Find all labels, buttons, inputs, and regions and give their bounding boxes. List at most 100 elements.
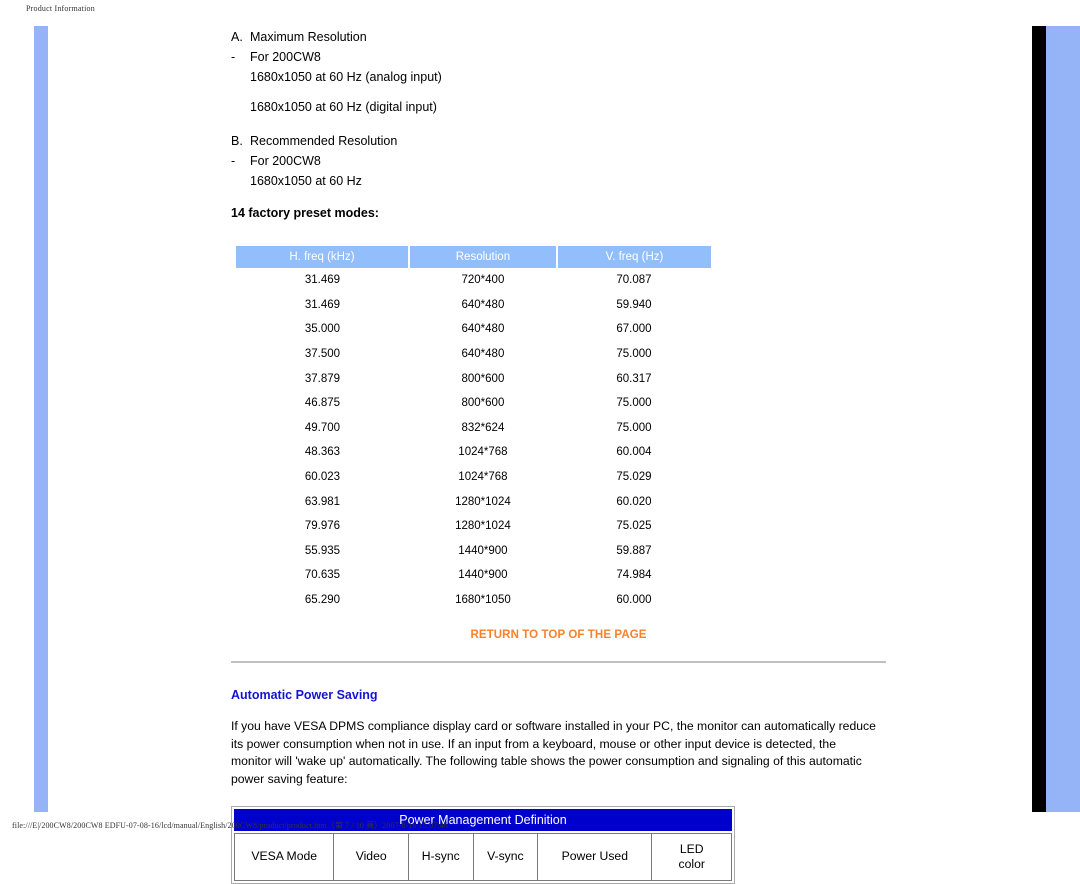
table-cell: 1440*900 <box>458 569 508 582</box>
right-accent-bar <box>1046 26 1080 812</box>
print-footer-path: file:///E|/200CW8/200CW8 EDFU-07-08-16/l… <box>12 821 448 830</box>
resolution-line: A. Maximum Resolution <box>231 27 886 47</box>
line-text: Maximum Resolution <box>250 30 367 44</box>
print-header-title: Product Information <box>26 4 95 13</box>
table-row: 70.635 1440*900 74.984 <box>236 563 711 588</box>
table-cell: 720*400 <box>461 274 505 287</box>
table-row: VESA Mode Video H-sync V-sync Power Used LED c… <box>233 832 732 881</box>
table-cell: 31.469 <box>304 274 341 287</box>
preset-modes-table-body: 31.469 720*400 70.087 31.469 640*480 59.940 35… <box>236 268 711 612</box>
table-header-row: H. freq (kHz) Resolution V. freq (Hz) <box>236 246 711 268</box>
table-cell: 65.290 <box>304 594 341 607</box>
table-cell: 800*600 <box>461 372 505 385</box>
table-row: 55.935 1440*900 59.887 <box>236 539 711 564</box>
column-header-resolution: Resolution <box>408 246 558 268</box>
table-cell: 1680*1050 <box>455 594 511 607</box>
column-header-v-freq: V. freq (Hz) <box>556 246 711 268</box>
table-cell: 832*624 <box>461 421 505 434</box>
table-cell: 640*480 <box>461 298 505 311</box>
table-cell: 31.469 <box>304 298 341 311</box>
table-cell: 800*600 <box>461 397 505 410</box>
resolution-line: 1680x1050 at 60 Hz (digital input) <box>231 97 886 117</box>
table-cell: 74.984 <box>616 569 652 582</box>
table-row: 60.023 1024*768 75.029 <box>236 465 711 490</box>
table-row: 37.879 800*600 60.317 <box>236 366 711 391</box>
table-cell: 75.000 <box>616 348 652 361</box>
power-management-table: VESA Mode Video H-sync V-sync Power Used LED c… <box>233 832 732 881</box>
table-cell: 37.500 <box>304 348 341 361</box>
power-management-column-header: Video <box>333 832 409 881</box>
table-cell: 67.000 <box>616 323 652 336</box>
table-cell: 640*480 <box>461 348 505 361</box>
left-accent-bar <box>34 26 48 812</box>
resolution-line: 1680x1050 at 60 Hz <box>231 171 886 191</box>
table-cell: 60.020 <box>616 495 652 508</box>
table-row: 79.976 1280*1024 75.025 <box>236 514 711 539</box>
table-row: 49.700 832*624 75.000 <box>236 416 711 441</box>
line-marker: - <box>231 154 236 168</box>
automatic-power-saving-heading: Automatic Power Saving <box>231 688 378 703</box>
line-text: 1680x1050 at 60 Hz <box>250 174 362 188</box>
table-cell: 35.000 <box>304 323 341 336</box>
power-management-column-header: Power Used <box>537 832 653 881</box>
table-cell: 1024*768 <box>458 471 508 484</box>
table-cell: 75.025 <box>616 520 652 533</box>
resolution-line: 1680x1050 at 60 Hz (analog input) <box>231 67 886 87</box>
table-cell: 63.981 <box>304 495 341 508</box>
table-cell: 1280*1024 <box>455 520 511 533</box>
table-cell: 1024*768 <box>458 446 508 459</box>
return-to-top-link[interactable]: RETURN TO TOP OF THE PAGE <box>231 629 886 641</box>
article-content: A. Maximum Resolution - For 200CW8 1680x… <box>231 26 886 884</box>
factory-preset-modes-title: 14 factory preset modes: <box>231 206 379 220</box>
line-marker: A. <box>231 30 243 44</box>
table-cell: 75.000 <box>616 397 652 410</box>
table-cell: 60.023 <box>304 471 341 484</box>
table-cell: 59.887 <box>616 544 652 557</box>
table-cell: 70.087 <box>616 274 652 287</box>
table-cell: 60.004 <box>616 446 652 459</box>
line-text: Recommended Resolution <box>250 134 398 148</box>
column-header-h-freq: H. freq (kHz) <box>236 246 410 268</box>
table-cell: 46.875 <box>304 397 341 410</box>
table-row: 35.000 640*480 67.000 <box>236 317 711 342</box>
right-black-bar <box>1032 26 1046 812</box>
resolution-line: B. Recommended Resolution <box>231 131 886 151</box>
table-row: 63.981 1280*1024 60.020 <box>236 489 711 514</box>
maximum-resolution-block: A. Maximum Resolution - For 200CW8 1680x… <box>231 26 886 191</box>
line-text: For 200CW8 <box>250 154 321 168</box>
table-cell: 75.029 <box>616 471 652 484</box>
table-cell: 37.879 <box>304 372 341 385</box>
power-management-column-header: VESA Mode <box>233 832 335 881</box>
table-row: 65.290 1680*1050 60.000 <box>236 588 711 613</box>
table-cell: 70.635 <box>304 569 341 582</box>
preset-modes-table: H. freq (kHz) Resolution V. freq (Hz) 31… <box>236 246 711 612</box>
table-cell: 1280*1024 <box>455 495 511 508</box>
table-cell: 55.935 <box>304 544 341 557</box>
table-cell: 49.700 <box>304 421 341 434</box>
table-cell: 60.317 <box>616 372 652 385</box>
table-cell: 75.000 <box>616 421 652 434</box>
section-divider <box>231 661 886 664</box>
line-text: 1680x1050 at 60 Hz (digital input) <box>250 100 437 114</box>
table-cell: 59.940 <box>616 298 652 311</box>
table-row: 46.875 800*600 75.000 <box>236 391 711 416</box>
power-management-table-wrapper: Power Management Definition VESA Mode Vid… <box>231 805 735 884</box>
power-management-column-header: H-sync <box>407 832 474 881</box>
table-cell: 60.000 <box>616 594 652 607</box>
table-row: 37.500 640*480 75.000 <box>236 342 711 367</box>
power-management-column-header: LED color <box>651 832 732 881</box>
line-marker: B. <box>231 134 243 148</box>
table-cell: 640*480 <box>461 323 505 336</box>
line-text: 1680x1050 at 60 Hz (analog input) <box>250 70 442 84</box>
power-management-table-body: VESA Mode Video H-sync V-sync Power Used LED c… <box>233 832 732 881</box>
table-row: 31.469 720*400 70.087 <box>236 268 711 293</box>
line-marker: - <box>231 50 236 64</box>
table-row: 31.469 640*480 59.940 <box>236 293 711 318</box>
table-cell: 1440*900 <box>458 544 508 557</box>
resolution-line: - For 200CW8 <box>231 151 886 171</box>
table-row: 48.363 1024*768 60.004 <box>236 440 711 465</box>
power-management-column-header: V-sync <box>472 832 539 881</box>
line-text: For 200CW8 <box>250 50 321 64</box>
